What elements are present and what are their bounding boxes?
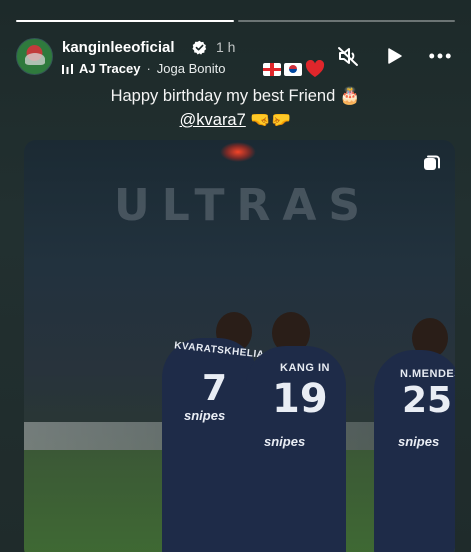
- multiple-media-icon: [424, 155, 440, 170]
- music-separator: ·: [146, 61, 151, 76]
- player-2-number: 19: [272, 376, 328, 422]
- avatar[interactable]: [16, 38, 53, 75]
- music-info[interactable]: AJ Tracey · Joga Bonito: [62, 61, 225, 76]
- post-time: 1 h: [216, 39, 236, 55]
- south-korea-flag-icon: [284, 62, 302, 76]
- emoji-sticker-row: [263, 60, 325, 78]
- player-1-number: 7: [202, 368, 228, 409]
- audio-bars-icon: [62, 63, 73, 74]
- verified-badge-icon: [192, 40, 207, 55]
- flare-light: [220, 142, 256, 162]
- music-song: Joga Bonito: [156, 61, 226, 76]
- player-3-number: 25: [402, 380, 453, 421]
- story-progress-bar: [16, 20, 455, 22]
- story-caption: Happy birthday my best Friend 🎂 @kvara7 …: [0, 84, 471, 132]
- story-controls: [337, 45, 451, 67]
- progress-segment-active: [16, 20, 234, 22]
- red-heart-icon: [305, 60, 325, 77]
- author-username[interactable]: kanginleeoficial: [62, 39, 175, 56]
- music-artist: AJ Tracey: [79, 61, 141, 76]
- player-2-sponsor: snipes: [264, 434, 306, 449]
- player-2-name: KANG IN: [280, 362, 330, 374]
- play-icon[interactable]: [383, 45, 405, 67]
- player-3-name: N.MENDES: [400, 368, 455, 380]
- stadium-banner-text: ULTRAS: [114, 180, 373, 231]
- player-3-sponsor: snipes: [398, 434, 440, 449]
- more-horizontal-icon[interactable]: [429, 45, 451, 67]
- speaker-muted-icon[interactable]: [337, 45, 359, 67]
- mention-link[interactable]: @kvara7: [180, 111, 246, 129]
- progress-segment: [237, 20, 455, 22]
- story-photo[interactable]: ULTRAS KVARATSKHELIA 7 snipes KANG IN 19…: [24, 140, 455, 552]
- caption-line-1: Happy birthday my best Friend 🎂: [110, 87, 361, 105]
- caption-fist-bump-emoji: 🤜🤛: [250, 111, 292, 129]
- player-1-sponsor: snipes: [184, 408, 226, 423]
- georgia-flag-icon: [263, 62, 281, 76]
